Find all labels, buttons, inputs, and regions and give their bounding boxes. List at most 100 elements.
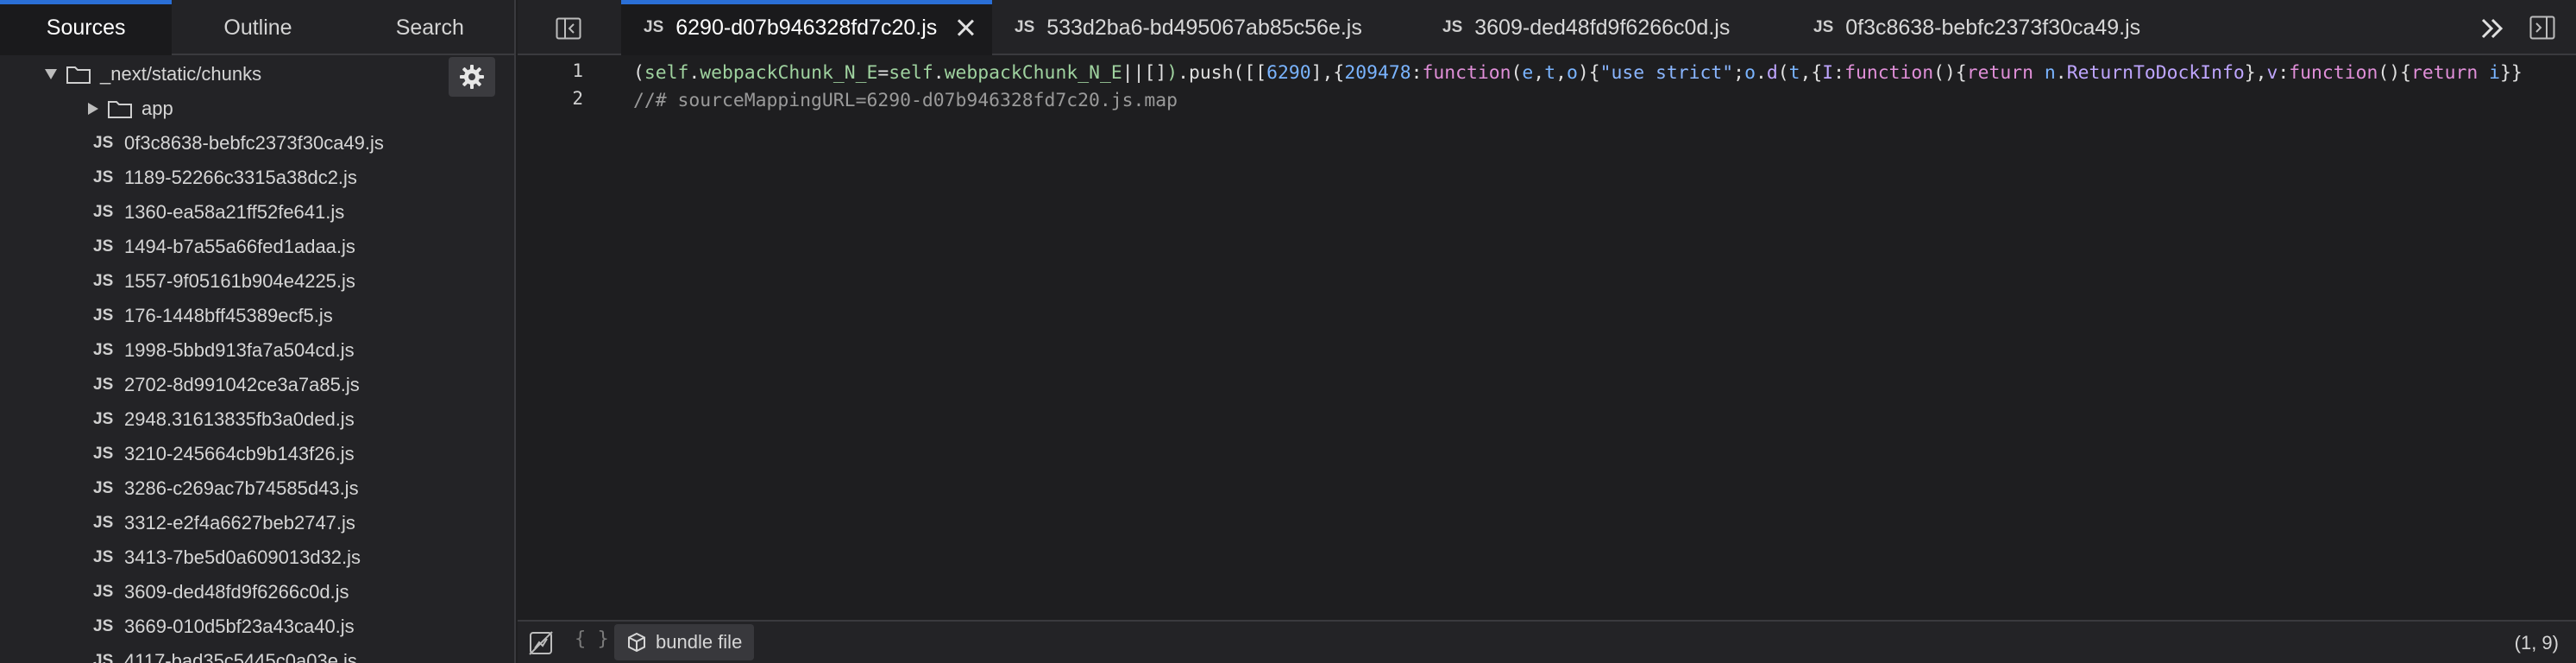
js-file-icon: JS <box>93 617 114 635</box>
tree-file-label: 4117-bad35c5445c0a03e.js <box>124 650 357 663</box>
source-map-off-icon <box>529 631 553 655</box>
tree-file-label: 3210-245664cb9b143f26.js <box>124 443 355 464</box>
tree-file-item[interactable]: JS 3669-010d5bf23a43ca40.js <box>0 609 514 644</box>
code-editor[interactable]: (self.webpackChunk_N_E=self.webpackChunk… <box>633 57 2576 620</box>
tree-file-item[interactable]: JS 2948.31613835fb3a0ded.js <box>0 402 514 437</box>
tree-file-label: 176-1448bff45389ecf5.js <box>124 305 333 326</box>
tree-file-label: 3609-ded48fd9f6266c0d.js <box>124 581 349 603</box>
tree-file-item[interactable]: JS 1557-9f05161b904e4225.js <box>0 264 514 299</box>
tree-file-item[interactable]: JS 3413-7be5d0a609013d32.js <box>0 540 514 575</box>
file-tab[interactable]: JS 533d2ba6-bd495067ab85c56e.js <box>1015 0 1429 55</box>
code-token: function <box>1422 62 1511 84</box>
code-token: , <box>1555 62 1567 84</box>
code-token: ( <box>1777 62 1789 84</box>
code-token: }, <box>2244 62 2267 84</box>
tree-file-item[interactable]: JS 1998-5bbd913fa7a504cd.js <box>0 333 514 368</box>
tree-file-item[interactable]: JS 3609-ded48fd9f6266c0d.js <box>0 575 514 609</box>
code-token: : <box>2278 62 2290 84</box>
js-file-icon: JS <box>93 203 114 221</box>
tree-file-label: 1360-ea58a21ff52fe641.js <box>124 201 345 223</box>
code-token: : <box>1411 62 1423 84</box>
code-token: function <box>1844 62 1934 84</box>
code-token: .push([[ <box>1178 62 1267 84</box>
js-file-icon: JS <box>93 306 114 325</box>
js-file-icon: JS <box>93 479 114 497</box>
code-token: t <box>1788 62 1800 84</box>
code-token: ReturnToDockInfo <box>2066 62 2245 84</box>
pretty-print-button[interactable]: { } <box>575 628 609 650</box>
code-token: return <box>2410 62 2479 84</box>
code-token: n <box>2044 62 2056 84</box>
code-line-2[interactable]: //# sourceMappingURL=6290-d07b946328fd7c… <box>633 87 1178 115</box>
left-panel-tabs: Sources Outline Search <box>0 0 514 55</box>
tree-file-item[interactable]: JS 3312-e2f4a6627beb2747.js <box>0 506 514 540</box>
tree-file-item[interactable]: JS 4117-bad35c5445c0a03e.js <box>0 644 514 663</box>
tab-outline[interactable]: Outline <box>172 0 343 55</box>
tree-file-item[interactable]: JS 1189-52266c3315a38dc2.js <box>0 161 514 195</box>
code-token: t <box>1544 62 1556 84</box>
tree-folder-app[interactable]: app <box>0 92 514 126</box>
file-tab-label: 3609-ded48fd9f6266c0d.js <box>1474 15 1731 40</box>
code-token: (){ <box>1933 62 1967 84</box>
file-tab[interactable]: JS 3609-ded48fd9f6266c0d.js <box>1442 0 1805 55</box>
tree-file-label: 1494-b7a55a66fed1adaa.js <box>124 236 355 257</box>
line-number: 1 <box>572 60 583 81</box>
close-icon[interactable] <box>956 18 975 37</box>
tree-file-item[interactable]: JS 3286-c269ac7b74585d43.js <box>0 471 514 506</box>
source-map-toggle-button[interactable] <box>528 630 554 656</box>
tab-sources[interactable]: Sources <box>0 0 173 55</box>
file-tab-bar: JS 6290-d07b946328fd7c20.js JS 533d2ba6-… <box>518 0 2576 55</box>
package-icon <box>628 632 645 653</box>
tree-file-item[interactable]: JS 1494-b7a55a66fed1adaa.js <box>0 230 514 264</box>
tabs-overflow-button[interactable] <box>2478 16 2507 41</box>
folder-icon <box>66 64 91 85</box>
file-tab[interactable]: JS 0f3c8638-bebfc2373f30ca49.js <box>1813 0 2245 55</box>
toggle-sources-panel-button[interactable] <box>556 17 581 40</box>
tree-file-label: 2702-8d991042ce3a7a85.js <box>124 374 360 395</box>
bundle-file-button[interactable]: bundle file <box>614 624 755 660</box>
cursor-position: (1, 9) <box>2514 632 2559 654</box>
tree-file-item[interactable]: JS 1360-ea58a21ff52fe641.js <box>0 195 514 230</box>
code-line-1[interactable]: (self.webpackChunk_N_E=self.webpackChunk… <box>633 60 2523 87</box>
code-token: (){ <box>2378 62 2411 84</box>
code-token: ( <box>633 62 644 84</box>
tree-file-item[interactable]: JS 2702-8d991042ce3a7a85.js <box>0 368 514 402</box>
code-token: e <box>1522 62 1534 84</box>
code-token: ){ <box>1577 62 1600 84</box>
double-chevron-right-icon <box>2481 18 2504 39</box>
code-token: ( <box>1511 62 1523 84</box>
js-file-icon: JS <box>93 134 114 152</box>
chevron-right-icon[interactable] <box>88 103 98 115</box>
tree-file-item[interactable]: JS 176-1448bff45389ecf5.js <box>0 299 514 333</box>
file-tab-label: 0f3c8638-bebfc2373f30ca49.js <box>1845 15 2141 40</box>
gear-icon <box>460 65 484 89</box>
code-token: v <box>2266 62 2278 84</box>
code-token: ) <box>1166 62 1178 84</box>
code-token: i <box>2489 62 2501 84</box>
js-file-icon: JS <box>93 376 114 394</box>
js-file-icon: JS <box>93 341 114 359</box>
code-token: webpackChunk_N_E <box>944 62 1122 84</box>
js-file-icon: JS <box>93 514 114 532</box>
tree-folder-chunks[interactable]: _next/static/chunks <box>0 57 514 92</box>
file-tab-active[interactable]: JS 6290-d07b946328fd7c20.js <box>621 0 992 55</box>
chevron-down-icon[interactable] <box>45 69 57 79</box>
code-token: self <box>889 62 933 84</box>
tree-file-item[interactable]: JS 0f3c8638-bebfc2373f30ca49.js <box>0 126 514 161</box>
tree-file-label: 1998-5bbd913fa7a504cd.js <box>124 339 355 361</box>
js-file-icon: JS <box>93 272 114 290</box>
tab-search[interactable]: Search <box>344 0 514 55</box>
code-token: }} <box>2500 62 2523 84</box>
tree-file-label: 3413-7be5d0a609013d32.js <box>124 546 361 568</box>
code-token: 209478 <box>1344 62 1411 84</box>
tree-folder-label: app <box>141 98 173 119</box>
editor-footer: { } bundle file (1, 9) <box>518 620 2576 663</box>
code-token: ],{ <box>1310 62 1345 84</box>
code-token: "use strict" <box>1599 62 1734 84</box>
tree-file-item[interactable]: JS 3210-245664cb9b143f26.js <box>0 437 514 471</box>
code-token: . <box>933 62 945 84</box>
js-file-icon: JS <box>93 583 114 601</box>
toggle-right-sidebar-button[interactable] <box>2529 16 2555 40</box>
folder-icon <box>107 98 133 119</box>
